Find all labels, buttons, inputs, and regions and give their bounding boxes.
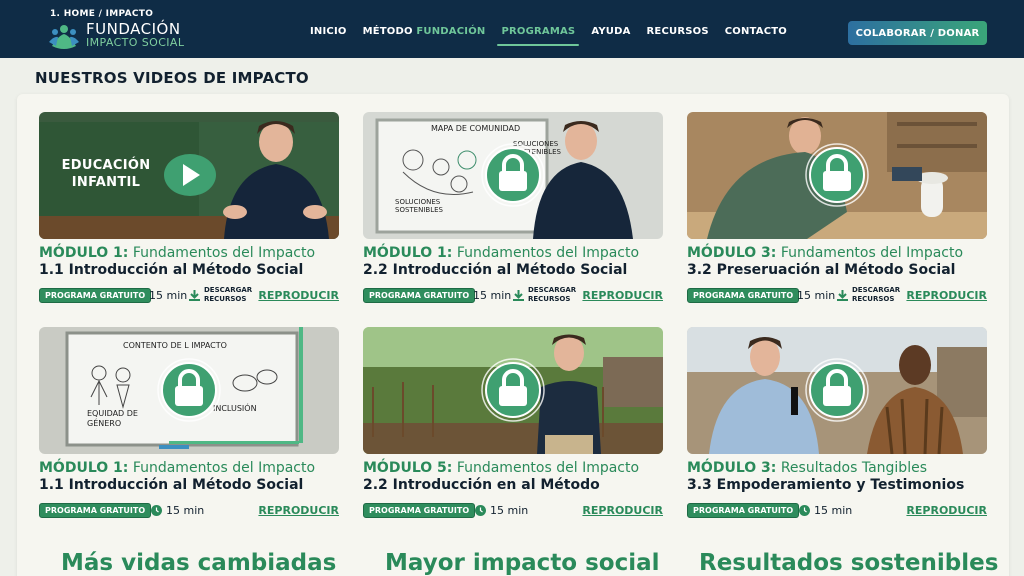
module-title: MÓDULO 3: Fundamentos del Impacto xyxy=(687,245,963,261)
clock-icon xyxy=(151,505,162,516)
top-navigation-bar: 1. HOME / IMPACTO FUNDACIÓN IMPACTO SOCI… xyxy=(0,0,1024,58)
nav-metodo-label: MÉTODO xyxy=(362,26,413,37)
module-prefix: MÓDULO 1: xyxy=(39,245,129,261)
module-name: Fundamentos del Impacto xyxy=(132,460,316,476)
free-program-badge: PROGRAMA GRATUITO xyxy=(363,288,476,303)
donate-button[interactable]: COLABORAR / DONAR xyxy=(848,21,987,45)
lesson-title[interactable]: 3.3 Empoderamiento y Testimonios xyxy=(687,477,964,493)
clock-icon xyxy=(475,505,486,516)
board-note: EQUIDAD DE GÉNERO xyxy=(87,409,138,428)
nav-inicio[interactable]: INICIO xyxy=(310,26,347,37)
play-link[interactable]: REPRODUCIR xyxy=(906,504,987,517)
play-link[interactable]: REPRODUCIR xyxy=(258,504,339,517)
board-title: MAPA DE COMUNIDAD xyxy=(431,124,521,133)
card-meta: PROGRAMA GRATUITO 15 min DESCARGAR RECUR… xyxy=(39,286,339,305)
lock-icon xyxy=(157,358,221,422)
board-title: CONTENTO DE L IMPACTO xyxy=(123,341,227,350)
duration-value: 15 min xyxy=(814,504,853,517)
lesson-title[interactable]: 2.2 Introducción al Método Social xyxy=(363,262,627,278)
main-nav: INICIO MÉTODO FUNDACIÓN PROGRAMAS AYUDA … xyxy=(310,26,787,46)
duration: 15 min xyxy=(151,504,204,517)
module-title: MÓDULO 1: Fundamentos del Impacto xyxy=(39,460,315,476)
download-label: DESCARGAR RECURSOS xyxy=(852,286,901,303)
stat-heading: Más vidas cambiadas xyxy=(61,550,337,576)
thumbnail-caption: EDUCACIÓN INFANTIL xyxy=(61,158,151,190)
nav-contacto[interactable]: CONTACTO xyxy=(725,26,787,37)
card-meta: PROGRAMA GRATUITO 15 min REPRODUCIR xyxy=(39,502,339,520)
module-name: Fundamentos del Impacto xyxy=(456,245,640,261)
module-name: Fundamentos del Impacto xyxy=(780,245,964,261)
nav-programas[interactable]: PROGRAMAS xyxy=(497,26,580,46)
lock-icon xyxy=(805,143,869,207)
module-prefix: MÓDULO 3: xyxy=(687,245,777,261)
module-prefix: MÓDULO 5: xyxy=(363,460,453,476)
nav-ayuda[interactable]: AYUDA xyxy=(591,26,630,37)
play-link[interactable]: REPRODUCIR xyxy=(582,289,663,302)
play-link[interactable]: REPRODUCIR xyxy=(258,289,339,302)
breadcrumb[interactable]: 1. HOME / IMPACTO xyxy=(50,9,153,19)
lesson-title[interactable]: 1.1 Introducción al Método Social xyxy=(39,262,303,278)
duration: 15 min xyxy=(475,504,528,517)
foundation-logo-icon[interactable] xyxy=(48,22,80,50)
video-thumbnail[interactable]: MAPA DE COMUNIDAD SOLUCIONES SOSTENIBLES… xyxy=(363,112,663,239)
lock-icon xyxy=(805,358,869,422)
stat-heading: Resultados sostenibles xyxy=(699,550,999,576)
board-note: SOLUCIONES SOSTENIBLES xyxy=(395,198,443,214)
clock-icon xyxy=(799,505,810,516)
module-title: MÓDULO 5: Fundamentos del Impacto xyxy=(363,460,639,476)
module-prefix: MÓDULO 1: xyxy=(39,460,129,476)
download-resources-link[interactable]: DESCARGAR RECURSOS xyxy=(189,286,259,305)
video-thumbnail[interactable] xyxy=(363,327,663,454)
free-program-badge: PROGRAMA GRATUITO xyxy=(39,288,152,303)
stat-heading: Mayor impacto social xyxy=(385,550,660,576)
video-thumbnail[interactable]: EDUCACIÓN INFANTIL xyxy=(39,112,339,239)
video-thumbnail[interactable]: CONTENTO DE L IMPACTO EQUIDAD DE GÉNERO … xyxy=(39,327,339,454)
duration-value: 15 min xyxy=(166,504,205,517)
module-name: Fundamentos del Impacto xyxy=(132,245,316,261)
lesson-title[interactable]: 3.2 Preseruación al Método Social xyxy=(687,262,955,278)
duration: 15 min xyxy=(473,289,512,302)
video-thumbnail[interactable] xyxy=(687,327,987,454)
duration: 15 min xyxy=(799,504,852,517)
free-program-badge: PROGRAMA GRATUITO xyxy=(687,288,800,303)
page-title: NUESTROS VIDEOS DE IMPACTO xyxy=(35,69,309,87)
lesson-title[interactable]: 2.2 Introducción en al Método xyxy=(363,477,600,493)
lock-icon xyxy=(481,358,545,422)
module-title: MÓDULO 1: Fundamentos del Impacto xyxy=(39,245,315,261)
logo-title[interactable]: FUNDACIÓN xyxy=(86,21,181,37)
free-program-badge: PROGRAMA GRATUITO xyxy=(39,503,152,518)
free-program-badge: PROGRAMA GRATUITO xyxy=(687,503,800,518)
download-icon xyxy=(513,290,524,301)
nav-fundacion-label: FUNDACIÓN xyxy=(416,26,486,37)
logo-subtitle[interactable]: IMPACTO SOCIAL xyxy=(86,37,184,49)
download-icon xyxy=(837,290,848,301)
lock-icon xyxy=(481,143,545,207)
free-program-badge: PROGRAMA GRATUITO xyxy=(363,503,476,518)
card-meta: PROGRAMA GRATUITO 15 min REPRODUCIR xyxy=(687,502,987,520)
play-link[interactable]: REPRODUCIR xyxy=(906,289,987,302)
play-link[interactable]: REPRODUCIR xyxy=(582,504,663,517)
module-title: MÓDULO 1: Fundamentos del Impacto xyxy=(363,245,639,261)
module-name: Resultados Tangibles xyxy=(780,460,927,476)
play-icon[interactable] xyxy=(163,153,217,197)
duration-value: 15 min xyxy=(490,504,529,517)
video-thumbnail[interactable] xyxy=(687,112,987,239)
download-icon xyxy=(189,290,200,301)
download-resources-link[interactable]: DESCARGAR RECURSOS xyxy=(513,286,583,305)
download-resources-link[interactable]: DESCARGAR RECURSOS xyxy=(837,286,907,305)
duration: 15 min xyxy=(797,289,836,302)
lesson-title[interactable]: 1.1 Introducción al Método Social xyxy=(39,477,303,493)
nav-recursos[interactable]: RECURSOS xyxy=(647,26,709,37)
module-name: Fundamentos del Impacto xyxy=(456,460,640,476)
download-label: DESCARGAR RECURSOS xyxy=(528,286,577,303)
module-prefix: MÓDULO 1: xyxy=(363,245,453,261)
card-meta: PROGRAMA GRATUITO 15 min DESCARGAR RECUR… xyxy=(687,286,987,305)
nav-metodo-fundacion[interactable]: MÉTODO FUNDACIÓN xyxy=(363,26,486,37)
module-prefix: MÓDULO 3: xyxy=(687,460,777,476)
download-label: DESCARGAR RECURSOS xyxy=(204,286,253,303)
card-meta: PROGRAMA GRATUITO 15 min DESCARGAR RECUR… xyxy=(363,286,663,305)
duration: 15 min xyxy=(149,289,188,302)
card-meta: PROGRAMA GRATUITO 15 min REPRODUCIR xyxy=(363,502,663,520)
module-title: MÓDULO 3: Resultados Tangibles xyxy=(687,460,927,476)
